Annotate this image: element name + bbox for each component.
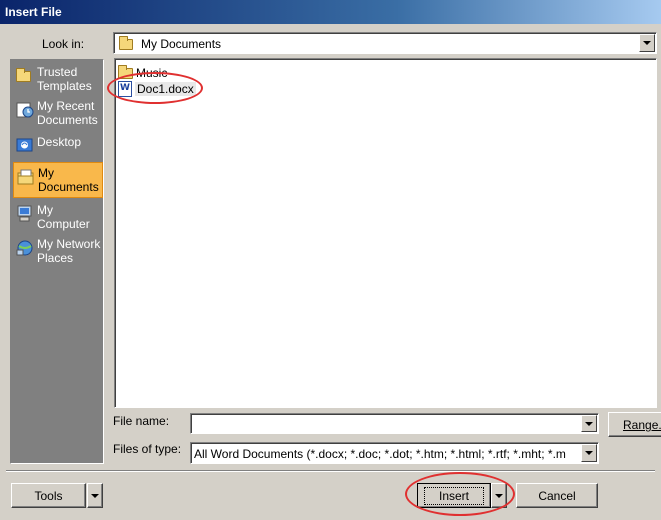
network-places-icon [16, 239, 34, 256]
files-of-type-dropdown[interactable]: All Word Documents (*.docx; *.doc; *.dot… [190, 442, 599, 464]
place-label: Trusted Templates [37, 65, 92, 93]
place-trusted-templates[interactable]: Trusted Templates [13, 62, 103, 96]
desktop-icon [16, 137, 34, 153]
chevron-down-icon [585, 421, 593, 426]
folder-icon [118, 64, 133, 79]
chevron-down-icon [495, 493, 503, 498]
look-in-arrow-button[interactable] [639, 34, 655, 52]
window-title: Insert File [5, 5, 62, 19]
file-name: Doc1.docx [135, 82, 196, 96]
files-of-type-label: Files of type: [113, 442, 182, 456]
files-of-type-arrow-button[interactable] [581, 444, 597, 462]
place-label: My Documents [38, 166, 99, 194]
computer-icon [16, 205, 34, 222]
chevron-down-icon [91, 493, 99, 498]
tools-dropdown-arrow[interactable] [87, 483, 103, 508]
file-list[interactable]: Music Doc1.docx [114, 58, 657, 408]
place-label: My Recent Documents [37, 99, 98, 127]
cancel-button-label: Cancel [538, 488, 576, 503]
range-button-label: Range... [623, 417, 661, 432]
insert-dropdown-arrow[interactable] [491, 483, 507, 508]
look-in-label: Look in: [42, 37, 85, 51]
places-bar: Trusted Templates My Recent Documents De… [10, 59, 104, 464]
insert-button[interactable]: Insert [417, 483, 491, 508]
look-in-value: My Documents [141, 37, 222, 51]
separator [6, 470, 655, 472]
file-name-arrow-button[interactable] [581, 415, 597, 432]
chevron-down-icon [643, 41, 651, 45]
recent-documents-icon [16, 101, 34, 118]
place-my-network-places[interactable]: My Network Places [13, 234, 103, 268]
tools-button-label: Tools [34, 488, 63, 503]
place-my-recent-documents[interactable]: My Recent Documents [13, 96, 103, 130]
word-document-icon [118, 81, 132, 97]
my-documents-icon [119, 36, 133, 51]
place-label: My Computer [37, 203, 90, 231]
file-name-label: File name: [113, 414, 170, 428]
list-item-doc1[interactable]: Doc1.docx [118, 81, 196, 97]
title-bar: Insert File [0, 0, 661, 24]
file-name: Music [136, 66, 168, 80]
insert-button-label: Insert [423, 486, 484, 505]
place-label: My Network Places [37, 237, 101, 265]
range-button[interactable]: Range... [608, 412, 661, 437]
place-desktop[interactable]: Desktop [13, 132, 103, 166]
file-name-text[interactable] [193, 415, 578, 432]
place-my-documents[interactable]: My Documents [13, 162, 103, 198]
chevron-down-icon [585, 451, 593, 455]
cancel-button[interactable]: Cancel [516, 483, 598, 508]
place-label: Desktop [37, 135, 82, 149]
list-item-music-folder[interactable]: Music [118, 64, 168, 81]
file-name-input[interactable] [190, 413, 599, 434]
place-my-computer[interactable]: My Computer [13, 200, 103, 234]
look-in-dropdown[interactable]: My Documents [113, 32, 657, 54]
tools-button[interactable]: Tools [11, 483, 86, 508]
my-documents-icon [17, 168, 35, 185]
folder-icon [16, 67, 34, 83]
files-of-type-value: All Word Documents (*.docx; *.doc; *.dot… [194, 447, 566, 461]
